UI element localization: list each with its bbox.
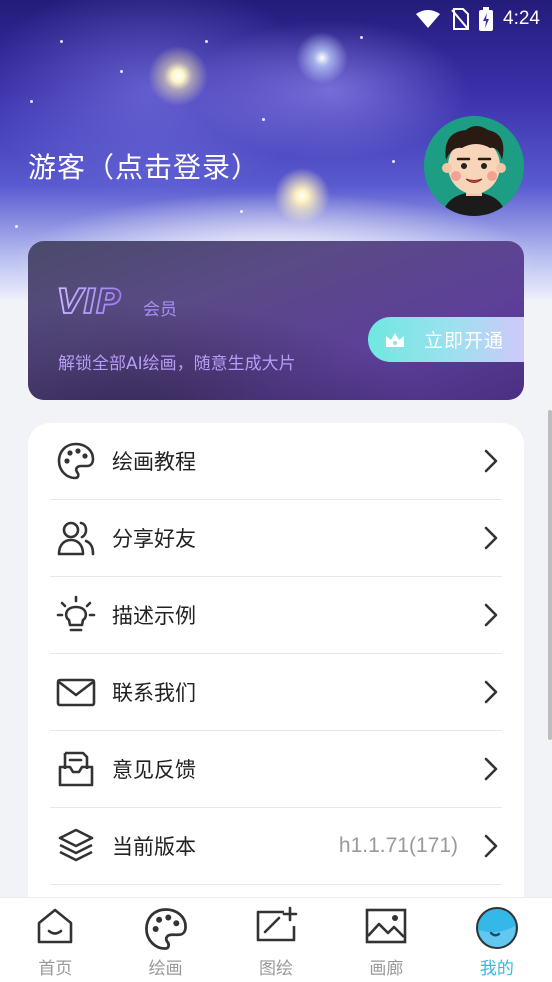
vip-member-label: 会员 [143, 300, 177, 320]
chevron-right-icon [484, 449, 498, 473]
home-icon [37, 908, 73, 944]
menu-item-label: 描述示例 [112, 604, 196, 628]
tab-label: 画廊 [369, 959, 404, 979]
lightbulb-icon [56, 595, 96, 635]
open-vip-label: 立即开通 [424, 330, 505, 352]
tab-painting[interactable]: 绘画 [110, 898, 220, 982]
draw-board-icon [256, 906, 298, 942]
menu-item-feedback[interactable]: 意见反馈 [50, 731, 502, 808]
crown-icon [386, 332, 404, 347]
vip-logo: VIP [57, 283, 122, 317]
avatar[interactable] [424, 116, 524, 216]
layers-icon [56, 826, 96, 866]
menu-item-description-examples[interactable]: 描述示例 [50, 577, 502, 654]
chevron-right-icon [484, 680, 498, 704]
menu-item-share-friends[interactable]: 分享好友 [50, 500, 502, 577]
menu-item-drawing-tutorial[interactable]: 绘画教程 [50, 423, 502, 500]
battery-charging-icon [479, 7, 494, 31]
open-vip-button[interactable]: 立即开通 [368, 317, 524, 362]
status-time: 4:24 [503, 8, 540, 29]
tab-image-drawing[interactable]: 图绘 [221, 898, 331, 982]
version-value: h1.1.71(171) [338, 834, 458, 857]
mail-icon [56, 672, 96, 712]
profile-icon [475, 907, 518, 949]
menu-item-contact-us[interactable]: 联系我们 [50, 654, 502, 731]
palette-icon [144, 908, 187, 950]
feedback-icon [56, 749, 96, 789]
menu-item-label: 分享好友 [112, 527, 196, 551]
wifi-icon [416, 10, 441, 28]
settings-menu: 绘画教程 分享好友 描述示例 联系我们 意见反馈 当前版本 h1.1.71(17… [28, 423, 524, 963]
svg-text:VIP: VIP [57, 283, 121, 317]
bottom-tab-bar: 首页 绘画 图绘 画廊 我的 [0, 897, 552, 982]
login-prompt[interactable]: 游客（点击登录） [28, 146, 260, 186]
chevron-right-icon [484, 757, 498, 781]
chevron-right-icon [484, 603, 498, 627]
tab-label: 图绘 [259, 959, 294, 979]
tab-label: 我的 [479, 959, 514, 979]
users-icon [56, 518, 96, 558]
menu-item-label: 当前版本 [112, 835, 196, 859]
chevron-right-icon [484, 526, 498, 550]
menu-item-label: 联系我们 [112, 681, 196, 705]
tab-gallery[interactable]: 画廊 [331, 898, 441, 982]
menu-item-label: 绘画教程 [112, 450, 196, 474]
scrollbar[interactable] [548, 410, 552, 740]
tab-label: 绘画 [148, 959, 183, 979]
status-bar: 4:24 [415, 6, 540, 32]
palette-icon [56, 441, 96, 481]
vip-description: 解锁全部AI绘画，随意生成大片 [58, 354, 296, 374]
cartoon-avatar-icon [424, 116, 524, 216]
chevron-right-icon [484, 834, 498, 858]
tab-home[interactable]: 首页 [0, 898, 110, 982]
vip-card[interactable]: VIP 会员 解锁全部AI绘画，随意生成大片 立即开通 [28, 241, 524, 400]
no-sim-icon [451, 8, 470, 30]
tab-mine[interactable]: 我的 [442, 898, 552, 982]
menu-item-current-version[interactable]: 当前版本 h1.1.71(171) [50, 808, 502, 885]
tab-label: 首页 [38, 959, 73, 979]
gallery-icon [366, 908, 407, 944]
menu-item-label: 意见反馈 [112, 758, 196, 782]
